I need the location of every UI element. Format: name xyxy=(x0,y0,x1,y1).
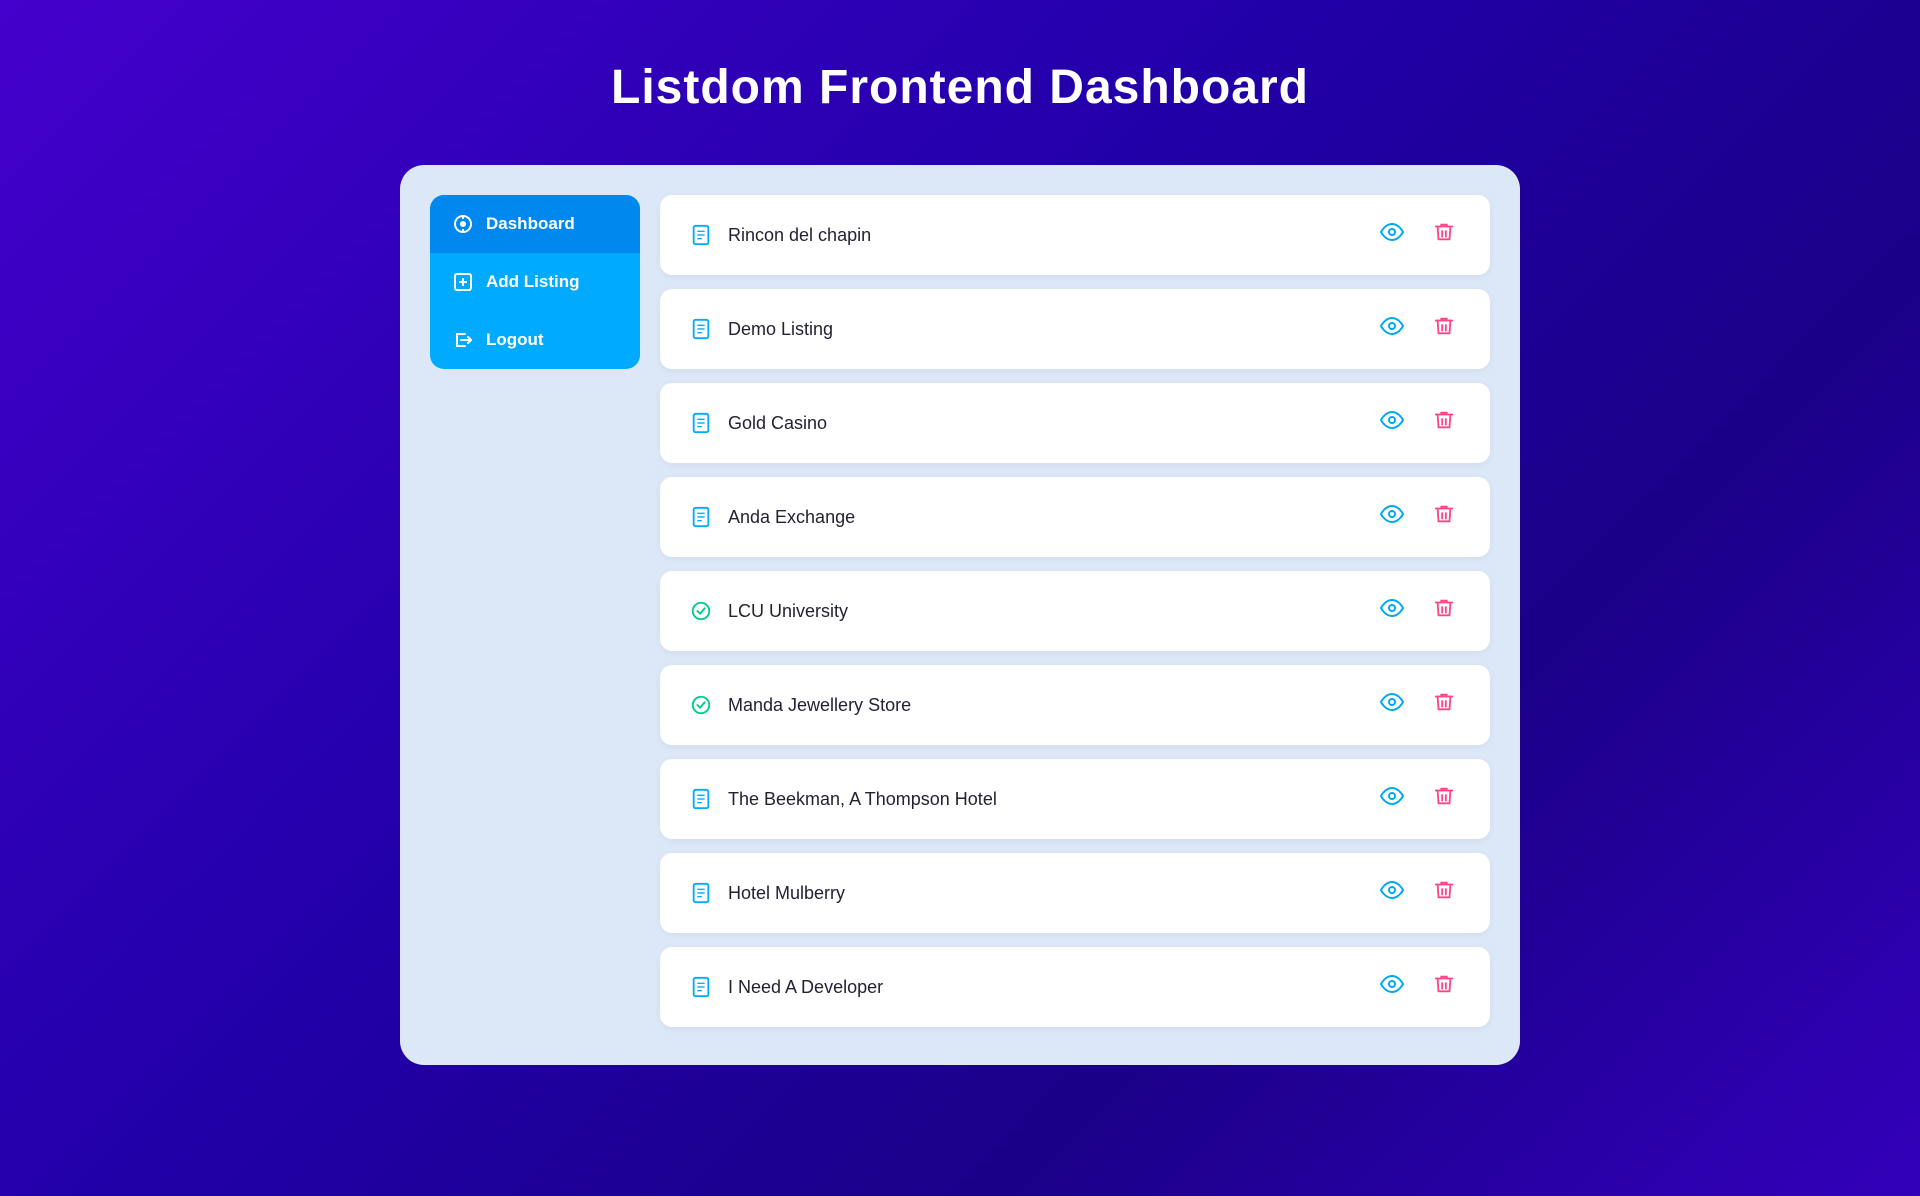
sidebar-item-add-listing[interactable]: Add Listing xyxy=(430,253,640,311)
listing-actions-5 xyxy=(1374,593,1462,629)
view-button[interactable] xyxy=(1374,499,1410,535)
delete-button[interactable] xyxy=(1426,593,1462,629)
list-item: Rincon del chapin xyxy=(660,195,1490,275)
trash-icon xyxy=(1433,785,1455,813)
listing-left-2: Demo Listing xyxy=(688,316,833,342)
dashboard-icon xyxy=(452,213,474,235)
page-header: Listdom Frontend Dashboard xyxy=(0,0,1920,165)
listing-name: Gold Casino xyxy=(728,413,827,434)
delete-button[interactable] xyxy=(1426,217,1462,253)
eye-icon xyxy=(1380,596,1404,626)
listing-left-5: LCU University xyxy=(688,598,848,624)
listing-left-6: Manda Jewellery Store xyxy=(688,692,911,718)
list-item: Demo Listing xyxy=(660,289,1490,369)
listing-actions-7 xyxy=(1374,781,1462,817)
trash-icon xyxy=(1433,973,1455,1001)
listings-content: Rincon del chapin xyxy=(660,195,1490,1035)
listing-left-1: Rincon del chapin xyxy=(688,222,871,248)
list-item: Gold Casino xyxy=(660,383,1490,463)
delete-button[interactable] xyxy=(1426,405,1462,441)
listing-name: I Need A Developer xyxy=(728,977,883,998)
list-item: The Beekman, A Thompson Hotel xyxy=(660,759,1490,839)
delete-button[interactable] xyxy=(1426,687,1462,723)
eye-icon xyxy=(1380,784,1404,814)
sidebar-logout-label: Logout xyxy=(486,330,544,350)
sidebar-item-logout[interactable]: Logout xyxy=(430,311,640,369)
document-icon xyxy=(688,222,714,248)
sidebar: Dashboard Add Listing Logout xyxy=(430,195,640,369)
listing-name: Demo Listing xyxy=(728,319,833,340)
view-button[interactable] xyxy=(1374,217,1410,253)
listing-actions-9 xyxy=(1374,969,1462,1005)
main-container: Dashboard Add Listing Logout xyxy=(400,165,1520,1065)
view-button[interactable] xyxy=(1374,687,1410,723)
list-item: Anda Exchange xyxy=(660,477,1490,557)
listing-left-9: I Need A Developer xyxy=(688,974,883,1000)
document-icon xyxy=(688,786,714,812)
delete-button[interactable] xyxy=(1426,969,1462,1005)
listing-name: Rincon del chapin xyxy=(728,225,871,246)
listing-left-4: Anda Exchange xyxy=(688,504,855,530)
listing-actions-3 xyxy=(1374,405,1462,441)
add-listing-icon xyxy=(452,271,474,293)
trash-icon xyxy=(1433,221,1455,249)
logout-icon xyxy=(452,329,474,351)
page-title: Listdom Frontend Dashboard xyxy=(0,60,1920,115)
eye-icon xyxy=(1380,220,1404,250)
document-icon xyxy=(688,410,714,436)
trash-icon xyxy=(1433,315,1455,343)
listing-left-8: Hotel Mulberry xyxy=(688,880,845,906)
eye-icon xyxy=(1380,690,1404,720)
document-icon xyxy=(688,880,714,906)
delete-button[interactable] xyxy=(1426,499,1462,535)
listing-name: The Beekman, A Thompson Hotel xyxy=(728,789,997,810)
trash-icon xyxy=(1433,691,1455,719)
view-button[interactable] xyxy=(1374,781,1410,817)
listing-left-7: The Beekman, A Thompson Hotel xyxy=(688,786,997,812)
sidebar-item-dashboard[interactable]: Dashboard xyxy=(430,195,640,253)
trash-icon xyxy=(1433,409,1455,437)
view-button[interactable] xyxy=(1374,593,1410,629)
delete-button[interactable] xyxy=(1426,875,1462,911)
listing-actions-2 xyxy=(1374,311,1462,347)
view-button[interactable] xyxy=(1374,311,1410,347)
listing-name: Anda Exchange xyxy=(728,507,855,528)
view-button[interactable] xyxy=(1374,875,1410,911)
listing-actions-4 xyxy=(1374,499,1462,535)
listing-actions-1 xyxy=(1374,217,1462,253)
document-icon xyxy=(688,974,714,1000)
listing-name: LCU University xyxy=(728,601,848,622)
listing-actions-6 xyxy=(1374,687,1462,723)
trash-icon xyxy=(1433,503,1455,531)
trash-icon xyxy=(1433,597,1455,625)
document-icon xyxy=(688,504,714,530)
list-item: Manda Jewellery Store xyxy=(660,665,1490,745)
check-circle-icon xyxy=(688,692,714,718)
eye-icon xyxy=(1380,502,1404,532)
trash-icon xyxy=(1433,879,1455,907)
listing-actions-8 xyxy=(1374,875,1462,911)
listing-name: Hotel Mulberry xyxy=(728,883,845,904)
list-item: Hotel Mulberry xyxy=(660,853,1490,933)
view-button[interactable] xyxy=(1374,969,1410,1005)
check-circle-icon xyxy=(688,598,714,624)
listing-left-3: Gold Casino xyxy=(688,410,827,436)
eye-icon xyxy=(1380,408,1404,438)
listing-name: Manda Jewellery Store xyxy=(728,695,911,716)
delete-button[interactable] xyxy=(1426,781,1462,817)
view-button[interactable] xyxy=(1374,405,1410,441)
list-item: I Need A Developer xyxy=(660,947,1490,1027)
sidebar-dashboard-label: Dashboard xyxy=(486,214,575,234)
delete-button[interactable] xyxy=(1426,311,1462,347)
eye-icon xyxy=(1380,972,1404,1002)
list-item: LCU University xyxy=(660,571,1490,651)
document-icon xyxy=(688,316,714,342)
eye-icon xyxy=(1380,878,1404,908)
sidebar-add-listing-label: Add Listing xyxy=(486,272,579,292)
eye-icon xyxy=(1380,314,1404,344)
